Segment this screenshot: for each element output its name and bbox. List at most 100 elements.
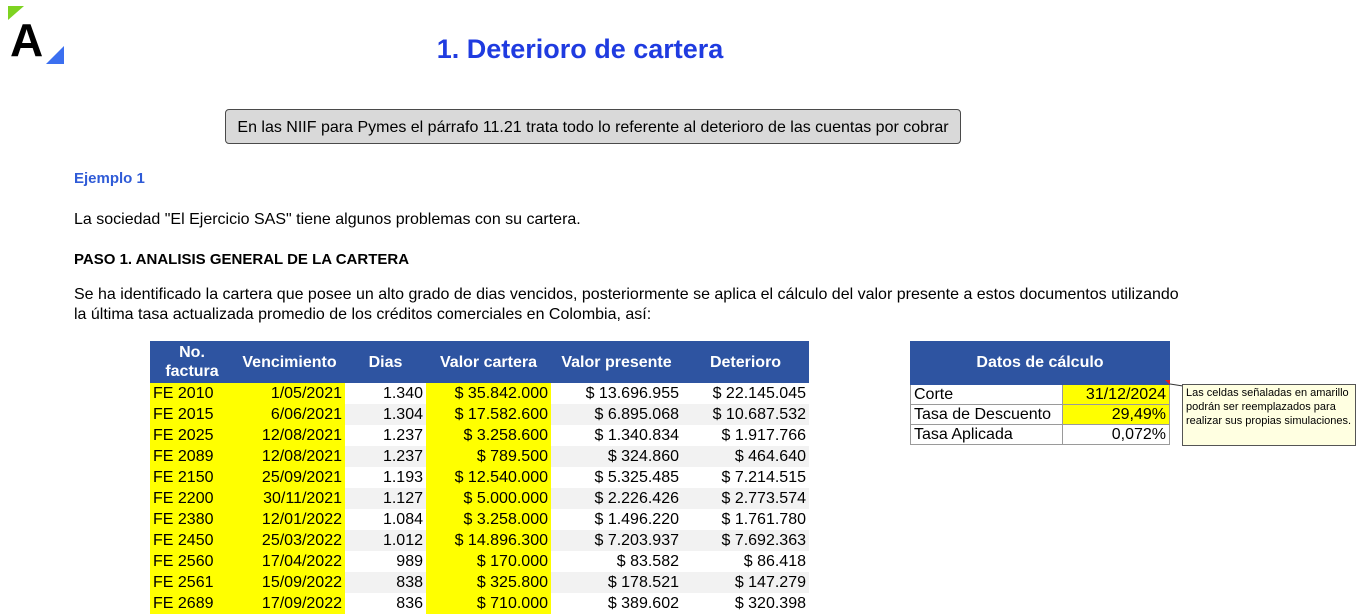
cell-factura[interactable]: FE 2200 [150, 488, 234, 509]
cell-vencimiento[interactable]: 25/03/2022 [234, 530, 345, 551]
cell-vencimiento[interactable]: 25/09/2021 [234, 467, 345, 488]
cell-valor-presente: $ 7.203.937 [551, 530, 682, 551]
tasa-aplicada-value: 0,072% [1062, 424, 1170, 445]
cell-dias: 1.012 [345, 530, 426, 551]
table-row: FE 2560 17/04/2022 989 $ 170.000 $ 83.58… [150, 551, 809, 572]
cell-deterioro: $ 1.917.766 [721, 426, 806, 444]
cell-dias: 1.340 [382, 384, 423, 402]
datos-header: Datos de cálculo [910, 341, 1170, 385]
header-valor-presente: Valor presente [551, 341, 682, 383]
cell-deterioro: $ 464.640 [682, 446, 809, 467]
cell-factura[interactable]: FE 2380 [150, 509, 234, 530]
svg-text:A: A [10, 14, 43, 66]
table-row: FE 2200 30/11/2021 1.127 $ 5.000.000 $ 2… [150, 488, 809, 509]
intro-text: La sociedad "El Ejercicio SAS" tiene alg… [74, 211, 581, 228]
cell-deterioro: $ 22.145.045 [712, 384, 806, 402]
table-row: FE 2561 15/09/2022 838 $ 325.800 $ 178.5… [150, 572, 809, 593]
cell-dias: 989 [396, 552, 423, 570]
cell-dias: 836 [396, 594, 423, 612]
table-row: FE 2689 17/09/2022 836 $ 710.000 $ 389.6… [150, 593, 809, 614]
header-dias: Dias [345, 341, 426, 383]
cell-vencimiento[interactable]: 12/08/2021 [234, 446, 345, 467]
cell-vencimiento[interactable]: 6/06/2021 [234, 404, 345, 425]
page-title: 1. Deterioro de cartera [436, 34, 724, 64]
header-no-factura: No. factura [150, 341, 234, 383]
cell-valor-presente: $ 83.582 [616, 552, 679, 570]
cell-deterioro: $ 1.761.780 [721, 510, 806, 528]
table-row: FE 2089 12/08/2021 1.237 $ 789.500 $ 324… [150, 446, 809, 467]
cell-deterioro: $ 7.214.515 [721, 468, 806, 486]
cell-vencimiento[interactable]: 30/11/2021 [234, 488, 345, 509]
datos-calculo-table: Datos de cálculo Corte 31/12/2024 Tasa d… [910, 341, 1170, 445]
cell-valor-cartera[interactable]: $ 35.842.000 [426, 383, 551, 404]
cell-vencimiento[interactable]: 1/05/2021 [234, 383, 345, 404]
cell-factura[interactable]: FE 2150 [150, 467, 234, 488]
datos-row-tasa-descuento: Tasa de Descuento 29,49% [910, 404, 1170, 425]
cell-factura[interactable]: FE 2010 [150, 383, 234, 404]
cell-valor-cartera[interactable]: $ 710.000 [426, 593, 551, 614]
cell-dias: 1.084 [382, 510, 423, 528]
cell-factura[interactable]: FE 2560 [150, 551, 234, 572]
cell-deterioro: $ 2.773.574 [682, 488, 809, 509]
datos-header-row: Datos de cálculo [910, 341, 1170, 385]
cell-deterioro: $ 7.692.363 [682, 530, 809, 551]
cell-vencimiento[interactable]: 12/01/2022 [234, 509, 345, 530]
table-row: FE 2150 25/09/2021 1.193 $ 12.540.000 $ … [150, 467, 809, 488]
cell-factura[interactable]: FE 2015 [150, 404, 234, 425]
table-row: FE 2025 12/08/2021 1.237 $ 3.258.600 $ 1… [150, 425, 809, 446]
cell-valor-presente: $ 1.496.220 [594, 510, 679, 528]
datos-row-tasa-aplicada: Tasa Aplicada 0,072% [910, 424, 1170, 445]
cell-vencimiento[interactable]: 15/09/2022 [234, 572, 345, 593]
datos-row-corte: Corte 31/12/2024 [910, 384, 1170, 405]
cell-factura[interactable]: FE 2025 [150, 425, 234, 446]
cell-valor-cartera[interactable]: $ 14.896.300 [426, 530, 551, 551]
cell-deterioro: $ 147.279 [682, 572, 809, 593]
cell-valor-cartera[interactable]: $ 17.582.600 [426, 404, 551, 425]
example-heading: Ejemplo 1 [74, 170, 145, 187]
cell-valor-cartera[interactable]: $ 789.500 [426, 446, 551, 467]
cell-vencimiento[interactable]: 17/04/2022 [234, 551, 345, 572]
tasa-descuento-value[interactable]: 29,49% [1062, 404, 1170, 425]
corte-label: Corte [910, 384, 1063, 405]
cell-valor-presente: $ 6.895.068 [551, 404, 682, 425]
cell-valor-cartera[interactable]: $ 170.000 [426, 551, 551, 572]
description-text: Se ha identificado la cartera que posee … [74, 286, 1179, 323]
cell-dias: 838 [345, 572, 426, 593]
cell-vencimiento[interactable]: 12/08/2021 [234, 425, 345, 446]
header-vencimiento: Vencimiento [234, 341, 345, 383]
cell-dias: 1.237 [345, 446, 426, 467]
table-row: FE 2380 12/01/2022 1.084 $ 3.258.000 $ 1… [150, 509, 809, 530]
cell-deterioro: $ 10.687.532 [682, 404, 809, 425]
cell-factura[interactable]: FE 2089 [150, 446, 234, 467]
cell-valor-presente: $ 2.226.426 [551, 488, 682, 509]
cell-deterioro: $ 86.418 [743, 552, 806, 570]
tasa-descuento-label: Tasa de Descuento [910, 404, 1063, 425]
cell-valor-presente: $ 389.602 [607, 594, 679, 612]
cell-valor-cartera[interactable]: $ 325.800 [426, 572, 551, 593]
cell-valor-cartera[interactable]: $ 12.540.000 [426, 467, 551, 488]
header-deterioro: Deterioro [682, 341, 809, 383]
cell-valor-cartera[interactable]: $ 3.258.600 [426, 425, 551, 446]
cell-dias: 1.193 [382, 468, 423, 486]
cell-factura[interactable]: FE 2689 [150, 593, 234, 614]
cell-dias: 1.127 [345, 488, 426, 509]
cell-comment-note: Las celdas señaladas en amarillo podrán … [1182, 384, 1356, 446]
cell-valor-cartera[interactable]: $ 5.000.000 [426, 488, 551, 509]
logo-icon: A [8, 6, 64, 66]
cell-vencimiento[interactable]: 17/09/2022 [234, 593, 345, 614]
step-heading: PASO 1. ANALISIS GENERAL DE LA CARTERA [74, 251, 410, 268]
cell-valor-cartera[interactable]: $ 3.258.000 [426, 509, 551, 530]
corte-value[interactable]: 31/12/2024 [1062, 384, 1170, 405]
cell-valor-presente: $ 13.696.955 [585, 384, 679, 402]
cell-valor-presente: $ 324.860 [551, 446, 682, 467]
niif-note-box: En las NIIF para Pymes el párrafo 11.21 … [225, 109, 961, 144]
cell-factura[interactable]: FE 2450 [150, 530, 234, 551]
table-row: FE 2450 25/03/2022 1.012 $ 14.896.300 $ … [150, 530, 809, 551]
header-valor-cartera: Valor cartera [426, 341, 551, 383]
table-row: FE 2010 1/05/2021 1.340 $ 35.842.000 $ 1… [150, 383, 809, 404]
tasa-aplicada-label: Tasa Aplicada [910, 424, 1063, 445]
cell-factura[interactable]: FE 2561 [150, 572, 234, 593]
cell-dias: 1.304 [345, 404, 426, 425]
cell-valor-presente: $ 1.340.834 [594, 426, 679, 444]
cell-valor-presente: $ 5.325.485 [594, 468, 679, 486]
